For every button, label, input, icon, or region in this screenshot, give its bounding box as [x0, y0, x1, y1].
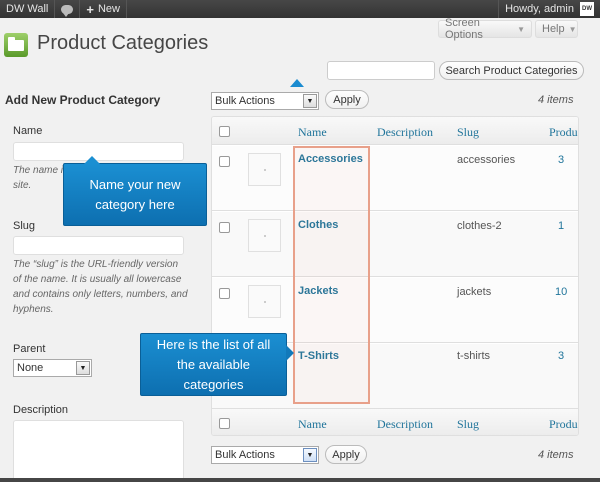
search-input[interactable]	[327, 61, 435, 80]
column-products[interactable]: Produ	[549, 417, 578, 432]
parent-select-value: None	[17, 362, 44, 374]
column-description[interactable]: Description	[377, 125, 433, 140]
category-count-link[interactable]: 1	[558, 220, 564, 232]
description-textarea[interactable]	[13, 420, 184, 482]
bulk-actions-select-top[interactable]: Bulk Actions ▼	[211, 92, 319, 110]
column-products[interactable]: Produ	[549, 125, 578, 140]
column-name[interactable]: Name	[298, 125, 327, 140]
bulk-actions-select-bottom[interactable]: Bulk Actions ▼	[211, 446, 319, 464]
screen-options-label: Screen Options	[445, 17, 483, 41]
site-name-link[interactable]: DW Wall	[0, 0, 56, 18]
thumbnail-image	[248, 153, 281, 186]
form-title: Add New Product Category	[5, 93, 161, 107]
howdy-text: Howdy, admin	[505, 3, 574, 15]
chevron-down-icon: ▼	[517, 24, 525, 34]
folder-icon	[4, 33, 28, 57]
category-slug: accessories	[457, 154, 516, 166]
admin-bar: DW Wall + New Howdy, admin DW	[0, 0, 600, 18]
list-tooltip-text: Here is the list of all the available ca…	[156, 336, 271, 392]
help-label: Help	[542, 23, 565, 35]
parent-label: Parent	[13, 343, 46, 355]
name-column-highlight	[293, 146, 370, 404]
my-account-link[interactable]: Howdy, admin DW	[498, 0, 600, 18]
parent-select[interactable]: None ▼	[13, 359, 92, 377]
search-button[interactable]: Search Product Categories	[439, 61, 584, 80]
help-button[interactable]: Help ▼	[535, 20, 578, 38]
table-row: Clothes clothes-2 1	[212, 211, 578, 277]
thumbnail-image	[248, 285, 281, 318]
screen-options-button[interactable]: Screen Options ▼	[438, 17, 532, 41]
chevron-down-icon: ▼	[76, 361, 90, 375]
chevron-down-icon: ▼	[568, 24, 577, 34]
slug-field[interactable]	[13, 236, 184, 255]
comments-link[interactable]	[55, 0, 81, 18]
column-slug[interactable]: Slug	[457, 125, 479, 140]
table-header: Name Description Slug Produ	[212, 117, 578, 145]
comment-bubble-icon	[61, 4, 74, 17]
select-all-checkbox[interactable]	[219, 418, 230, 429]
name-tooltip-text: Name your new category here	[89, 176, 181, 212]
category-count-link[interactable]: 10	[555, 286, 567, 298]
plus-icon: +	[86, 1, 94, 17]
new-label: New	[97, 3, 120, 15]
thumbnail-image	[248, 219, 281, 252]
category-slug: clothes-2	[457, 220, 502, 232]
name-label: Name	[13, 125, 43, 137]
new-content-link[interactable]: + New	[80, 0, 127, 18]
name-tooltip: Name your new category here	[63, 156, 207, 226]
bulk-actions-value: Bulk Actions	[215, 449, 275, 461]
apply-button-bottom[interactable]: Apply	[325, 445, 367, 464]
items-count-top: 4 items	[538, 94, 574, 106]
list-tooltip: Here is the list of all the available ca…	[140, 333, 294, 396]
chevron-down-icon: ▼	[303, 94, 317, 108]
slug-description: The “slug” is the URL-friendly version o…	[13, 259, 188, 315]
row-checkbox[interactable]	[219, 156, 230, 167]
apply-button-top[interactable]: Apply	[325, 90, 369, 109]
description-label: Description	[13, 404, 69, 416]
bulk-actions-value: Bulk Actions	[215, 95, 275, 107]
page-title: Product Categories	[37, 32, 209, 54]
avatar: DW	[580, 2, 594, 16]
column-slug[interactable]: Slug	[457, 417, 479, 432]
category-count-link[interactable]: 3	[558, 350, 564, 362]
table-row: Accessories accessories 3	[212, 145, 578, 211]
category-slug: t-shirts	[457, 350, 490, 362]
site-name: DW Wall	[6, 3, 49, 15]
category-slug: jackets	[457, 286, 492, 298]
row-checkbox[interactable]	[219, 222, 230, 233]
category-count-link[interactable]: 3	[558, 154, 564, 166]
tooltip-pointer	[290, 79, 304, 87]
row-checkbox[interactable]	[219, 288, 230, 299]
chevron-down-icon: ▼	[303, 448, 317, 462]
items-count-bottom: 4 items	[538, 449, 574, 461]
column-name[interactable]: Name	[298, 417, 327, 432]
column-description[interactable]: Description	[377, 417, 433, 432]
select-all-checkbox[interactable]	[219, 126, 230, 137]
slug-label: Slug	[13, 220, 36, 232]
table-footer: Name Description Slug Produ	[212, 408, 578, 435]
bottom-bar	[0, 478, 600, 482]
